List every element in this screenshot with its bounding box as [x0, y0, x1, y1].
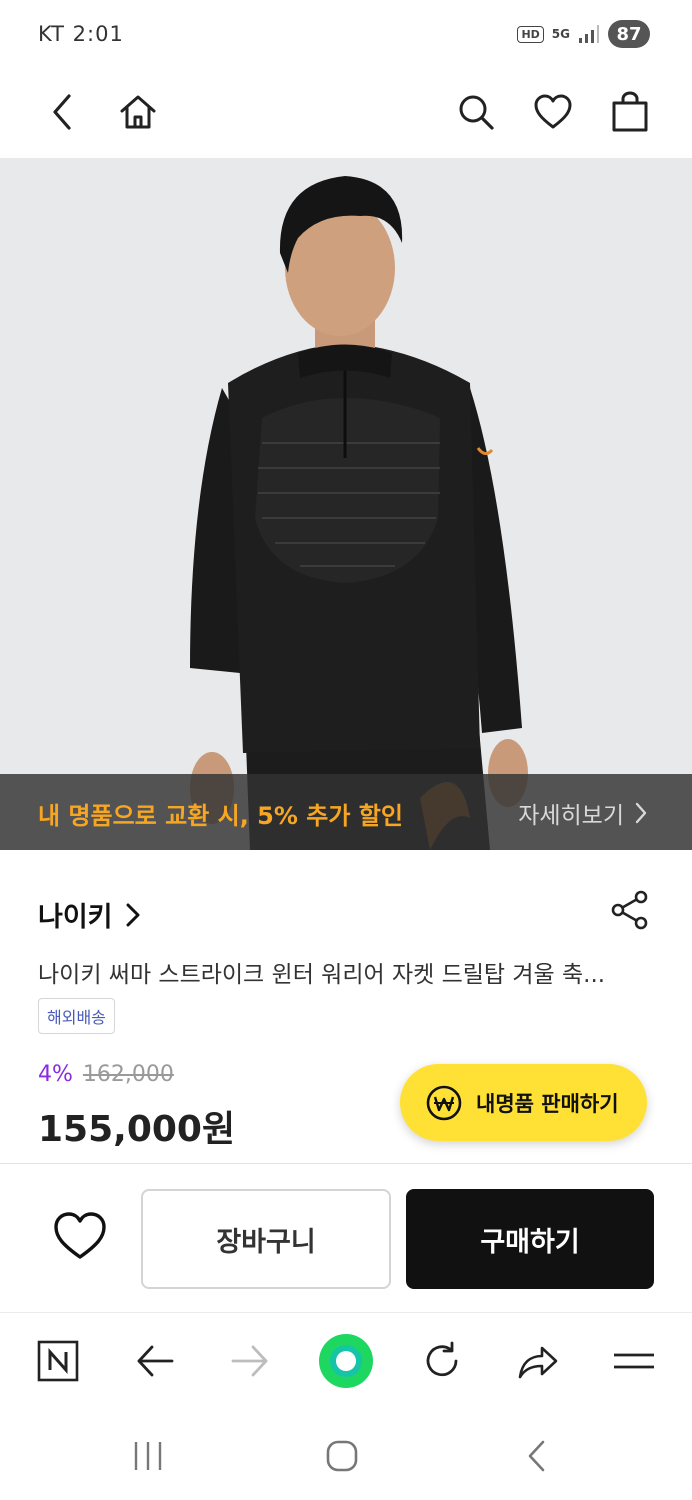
battery-icon: 87	[608, 20, 650, 48]
status-indicators: HD 5G 87	[517, 20, 650, 48]
system-nav-bar	[0, 1410, 692, 1500]
wishlist-heart-icon[interactable]	[52, 1210, 108, 1266]
forward-arrow-icon	[222, 1333, 278, 1389]
promo-link-label: 자세히보기	[518, 803, 624, 829]
sell-my-item-button[interactable]: 내명품 판매하기	[400, 1064, 647, 1141]
share-arrow-icon[interactable]	[510, 1333, 566, 1389]
sale-price: 155,000원	[38, 1109, 236, 1150]
product-photo	[0, 158, 692, 850]
status-bar: KT 2:01 HD 5G 87	[0, 0, 692, 70]
product-image[interactable]: 내 명품으로 교환 시, 5% 추가 할인 자세히보기	[0, 158, 692, 850]
price-original-row: 4% 162,000	[38, 1062, 174, 1087]
original-price: 162,000	[82, 1062, 174, 1087]
sell-button-label: 내명품 판매하기	[476, 1091, 619, 1116]
heart-icon[interactable]	[529, 88, 577, 136]
chevron-right-icon	[126, 903, 140, 926]
product-title: 나이키 써마 스트라이크 윈터 워리어 자켓 드릴탑 겨울 축...	[38, 962, 606, 988]
promo-details-link[interactable]: 자세히보기	[518, 796, 648, 830]
app-header	[0, 70, 692, 158]
carrier-time: KT 2:01	[38, 22, 124, 46]
won-coin-icon	[426, 1085, 462, 1120]
naver-icon[interactable]	[30, 1333, 86, 1389]
home-circle-icon[interactable]	[317, 1434, 367, 1478]
back-icon[interactable]	[38, 88, 86, 136]
promo-text: 내 명품으로 교환 시, 5% 추가 할인	[38, 802, 403, 830]
add-to-cart-button[interactable]: 장바구니	[141, 1189, 391, 1289]
promo-banner[interactable]: 내 명품으로 교환 시, 5% 추가 할인 자세히보기	[0, 774, 692, 850]
back-arrow-icon[interactable]	[127, 1333, 183, 1389]
hd-icon: HD	[517, 25, 544, 43]
home-icon[interactable]	[114, 88, 162, 136]
discount-rate: 4%	[38, 1062, 73, 1087]
menu-icon[interactable]	[606, 1333, 662, 1389]
shipping-badge: 해외배송	[38, 998, 115, 1034]
brand-name: 나이키	[38, 902, 113, 933]
shopping-bag-icon[interactable]	[606, 88, 654, 136]
share-icon[interactable]	[608, 888, 652, 932]
green-dot-icon[interactable]	[318, 1333, 374, 1389]
search-icon[interactable]	[452, 88, 500, 136]
nav-back-icon[interactable]	[512, 1434, 562, 1478]
chevron-right-icon	[635, 802, 647, 824]
browser-toolbar	[0, 1312, 692, 1407]
signal-icon	[579, 25, 599, 43]
buy-now-button[interactable]: 구매하기	[406, 1189, 654, 1289]
refresh-icon[interactable]	[414, 1333, 470, 1389]
network-5g-icon: 5G	[551, 27, 570, 41]
divider	[0, 1163, 692, 1164]
brand-link[interactable]: 나이키	[38, 895, 141, 934]
recent-apps-icon[interactable]	[123, 1434, 173, 1478]
